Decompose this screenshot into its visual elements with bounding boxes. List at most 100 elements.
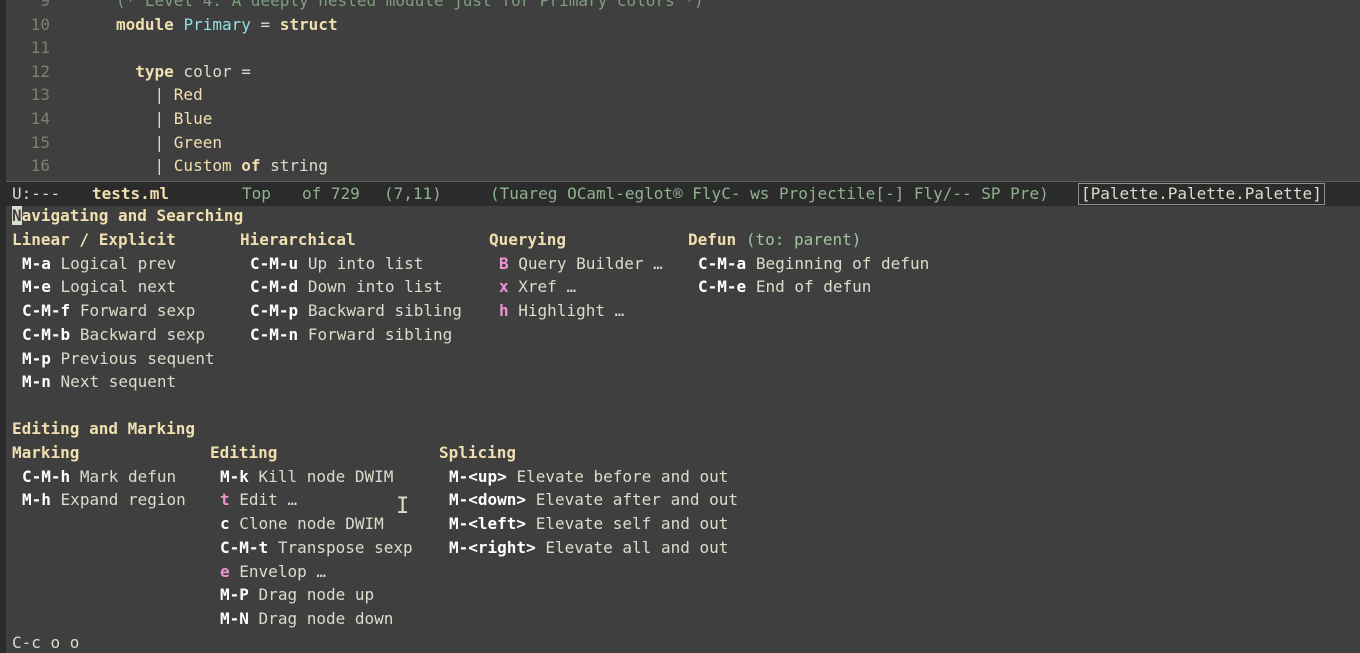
menu-item[interactable]: C-M-u Up into list [250, 254, 423, 274]
code-token: | [154, 109, 174, 128]
menu-item-key: M-<left> [449, 514, 527, 534]
menu-item-label: Edit … [239, 490, 298, 510]
menu-item[interactable]: M-h Expand region [22, 490, 186, 510]
menu-item-key: M-<down> [449, 490, 527, 510]
code-token: color = [173, 61, 251, 81]
which-function: [Palette.Palette.Palette] [1078, 183, 1325, 205]
group-title: Defun (to: parent) [688, 230, 862, 249]
group-title: Editing [210, 443, 278, 462]
menu-item-label: Envelop … [239, 561, 326, 581]
code-token: string [260, 156, 328, 176]
menu-item-key: M-a [22, 253, 51, 273]
code-token: struct [279, 14, 338, 34]
menu-item-label: Next sequent [60, 372, 177, 392]
menu-item[interactable]: M-N Drag node down [220, 609, 393, 629]
mode-list[interactable]: (Tuareg OCaml-eglot® FlyC- ws Projectile… [490, 184, 1049, 204]
menu-item[interactable]: x Xref … [499, 277, 576, 297]
menu-item[interactable]: e Envelop … [220, 562, 326, 582]
menu-item[interactable]: M-k Kill node DWIM [220, 467, 393, 487]
menu-item-label: Expand region [60, 490, 186, 510]
code-line[interactable]: module Primary = struct [116, 15, 338, 35]
menu-item-key: c [220, 514, 230, 534]
menu-item-label: Backward sexp [79, 324, 206, 344]
menu-item-label: Elevate self and out [535, 514, 729, 534]
menu-item[interactable]: t Edit … [220, 490, 297, 510]
menu-item[interactable]: B Query Builder … [499, 254, 663, 274]
menu-item[interactable]: M-<left> Elevate self and out [449, 514, 728, 534]
group-title: Querying [489, 230, 567, 249]
menu-item-label: Up into list [307, 253, 424, 273]
menu-item-label: Logical next [60, 277, 177, 297]
menu-item[interactable]: C-M-a Beginning of defun [698, 254, 929, 274]
menu-item[interactable]: M-<up> Elevate before and out [449, 467, 728, 487]
menu-item-key: M-k [220, 466, 249, 486]
menu-item[interactable]: C-M-b Backward sexp [22, 325, 205, 345]
menu-item-label: Forward sibling [307, 324, 453, 344]
line-number: 13 [30, 85, 50, 105]
menu-item[interactable]: C-M-e End of defun [698, 277, 871, 297]
menu-item-label: Kill node DWIM [258, 466, 394, 486]
code-token: Custom [173, 156, 232, 176]
menu-item[interactable]: C-M-n Forward sibling [250, 325, 452, 345]
code-token: | [154, 85, 174, 105]
group-title-extra: (to: parent) [745, 230, 862, 249]
code-token: Red [173, 85, 203, 105]
line-number: 16 [30, 156, 50, 176]
menu-item[interactable]: M-<down> Elevate after and out [449, 490, 738, 510]
menu-item-key: C-M-u [250, 253, 299, 273]
menu-item[interactable]: h Highlight … [499, 301, 624, 321]
code-token: | [154, 156, 174, 176]
menu-item[interactable]: C-M-p Backward sibling [250, 301, 462, 321]
code-editor[interactable]: 9 (* Level 4: A deeply nested module just… [6, 0, 1360, 181]
menu-item[interactable]: c Clone node DWIM [220, 514, 384, 534]
code-token: (* Level 4: A deeply nested module just … [116, 0, 704, 10]
menu-item-key: C-M-e [698, 277, 747, 297]
menu-item[interactable]: M-e Logical next [22, 277, 176, 297]
text-cursor: N [12, 206, 22, 225]
code-line[interactable]: | Red [116, 85, 203, 105]
menu-item-label: Backward sibling [307, 301, 462, 321]
menu-item-label: Xref … [518, 277, 577, 297]
menu-item-label: Drag node up [258, 585, 375, 605]
i-beam-icon: 𝙸 [396, 494, 410, 519]
code-line[interactable]: | Blue [116, 109, 213, 129]
code-line[interactable]: (* Level 4: A deeply nested module just … [116, 0, 704, 11]
menu-item[interactable]: C-M-f Forward sexp [22, 301, 195, 321]
menu-item[interactable]: C-M-t Transpose sexp [220, 538, 413, 558]
menu-item-key: C-M-b [22, 324, 71, 344]
section-navigating-title: Navigating and Searching [12, 206, 244, 225]
code-line[interactable]: | Custom of string [116, 156, 328, 176]
menu-item[interactable]: M-p Previous sequent [22, 349, 215, 369]
menu-item[interactable]: M-<right> Elevate all and out [449, 538, 728, 558]
menu-item-label: Elevate before and out [516, 466, 729, 486]
menu-item-label: End of defun [755, 277, 872, 297]
line-number: 9 [40, 0, 50, 10]
menu-item[interactable]: M-a Logical prev [22, 254, 176, 274]
line-number: 10 [30, 14, 50, 34]
menu-item-label: Previous sequent [60, 348, 215, 368]
buffer-position: Top [242, 184, 271, 203]
menu-item-key: M-<right> [449, 537, 536, 557]
menu-item-key: h [499, 301, 509, 321]
menu-item[interactable]: C-M-d Down into list [250, 277, 443, 297]
menu-item-label: Query Builder … [518, 253, 663, 273]
menu-item[interactable]: M-P Drag node up [220, 585, 374, 605]
code-line[interactable]: | Green [116, 133, 222, 153]
menu-item-label: Beginning of defun [755, 253, 930, 273]
menu-item-key: M-n [22, 372, 51, 392]
menu-item[interactable]: C-M-h Mark defun [22, 467, 176, 487]
buffer-filename[interactable]: tests.ml [92, 184, 169, 204]
menu-item-key: C-M-t [220, 537, 269, 557]
menu-item-key: C-M-n [250, 324, 299, 344]
code-line[interactable]: type color = [116, 62, 251, 82]
mode-line: U:--- tests.ml Top of 729 (7,11) (Tuareg… [6, 181, 1360, 206]
menu-item-label: Clone node DWIM [239, 514, 384, 534]
section-editing-title: Editing and Marking [12, 419, 196, 438]
group-title: Hierarchical [240, 230, 356, 249]
menu-item-key: M-<up> [449, 466, 507, 486]
cursor-position: (7,11) [384, 184, 442, 203]
group-title: Linear / Explicit [12, 230, 176, 249]
menu-item[interactable]: M-n Next sequent [22, 372, 176, 392]
menu-item-key: C-M-a [698, 253, 747, 273]
